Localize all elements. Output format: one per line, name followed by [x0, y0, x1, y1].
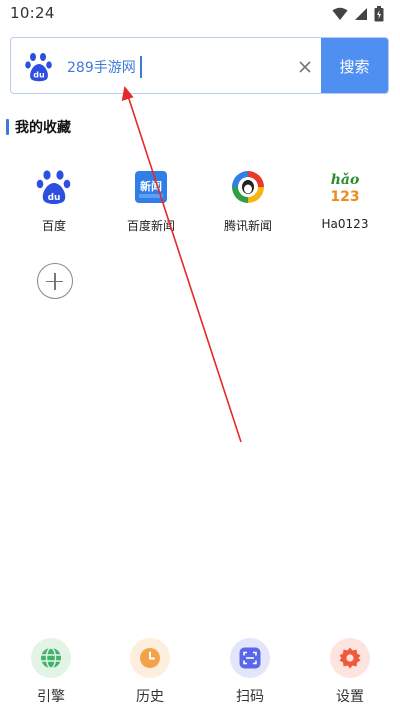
nav-scan[interactable]: 扫码	[220, 638, 280, 706]
nav-icon-bg	[130, 638, 170, 678]
favorite-baidu[interactable]: du 百度	[14, 169, 94, 234]
scan-icon	[239, 647, 261, 669]
nav-engine[interactable]: 引擎	[21, 638, 81, 706]
favorite-hao123[interactable]: hǎo 123 Ha0123	[305, 169, 385, 231]
favorite-label: 百度	[41, 219, 66, 233]
baidu-news-icon: 新闻	[135, 171, 167, 203]
text-cursor	[140, 56, 142, 78]
nav-label: 引擎	[37, 689, 65, 705]
baidu-paw-icon: du	[25, 53, 52, 82]
nav-icon-bg	[230, 638, 270, 678]
plus-circle-icon[interactable]	[37, 263, 73, 299]
battery-icon	[374, 6, 384, 22]
favorites-header: 我的收藏	[6, 117, 71, 137]
favorites-title: 我的收藏	[15, 120, 71, 136]
bottom-nav: 引擎 历史 扫码 设置	[0, 632, 400, 711]
favorite-label: Ha0123	[321, 217, 369, 231]
nav-icon-bg	[31, 638, 71, 678]
clock-icon	[140, 648, 160, 668]
baidu-paw-icon: du	[36, 170, 71, 204]
globe-icon	[41, 647, 61, 669]
search-bar: du 搜索	[10, 37, 389, 94]
favorite-label: 百度新闻	[126, 219, 175, 233]
svg-text:du: du	[33, 71, 45, 80]
nav-label: 历史	[136, 689, 164, 705]
nav-icon-bg	[330, 638, 370, 678]
favorite-label: 腾讯新闻	[223, 219, 272, 233]
svg-text:du: du	[48, 193, 61, 203]
nav-history[interactable]: 历史	[120, 638, 180, 706]
status-bar: 10:24	[0, 0, 400, 28]
annotation-arrow	[121, 86, 242, 443]
hao123-icon: hǎo 123	[330, 172, 360, 205]
search-input[interactable]	[67, 53, 287, 81]
nav-label: 设置	[336, 689, 364, 705]
svg-text:hǎo: hǎo	[331, 172, 360, 188]
favorite-tencent-news[interactable]: 腾讯新闻	[208, 169, 288, 234]
section-accent-bar	[6, 119, 9, 135]
nav-label: 扫码	[236, 689, 264, 705]
tencent-news-icon	[232, 171, 264, 203]
favorite-baidu-news[interactable]: 新闻 百度新闻	[111, 169, 191, 234]
svg-text:新闻: 新闻	[140, 179, 162, 193]
signal-icon	[355, 8, 367, 20]
svg-text:123: 123	[330, 189, 359, 205]
close-icon[interactable]	[295, 57, 315, 77]
status-time: 10:24	[10, 4, 55, 22]
search-button[interactable]: 搜索	[321, 38, 388, 93]
wifi-icon	[332, 7, 348, 20]
nav-settings[interactable]: 设置	[320, 638, 380, 706]
system-icons	[332, 6, 384, 22]
gear-icon	[339, 647, 361, 669]
